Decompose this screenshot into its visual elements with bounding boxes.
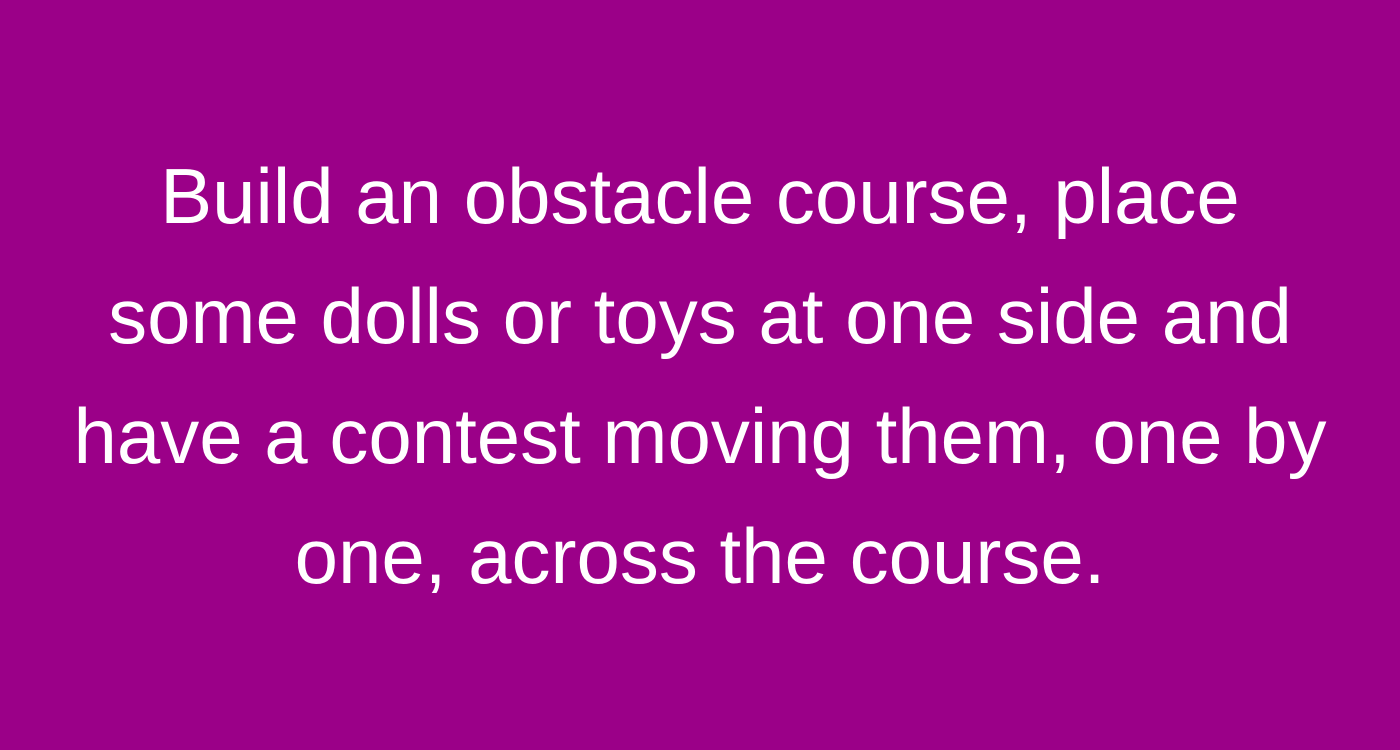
message-line-4: one, across the course. [294, 512, 1106, 600]
message-line-3: have a contest moving them, one by [73, 392, 1327, 480]
message-text: Build an obstacle course, place some dol… [0, 136, 1400, 616]
slide-canvas: Build an obstacle course, place some dol… [0, 0, 1400, 750]
message-line-2: some dolls or toys at one side and [108, 272, 1292, 360]
message-line-1: Build an obstacle course, place [160, 152, 1240, 240]
